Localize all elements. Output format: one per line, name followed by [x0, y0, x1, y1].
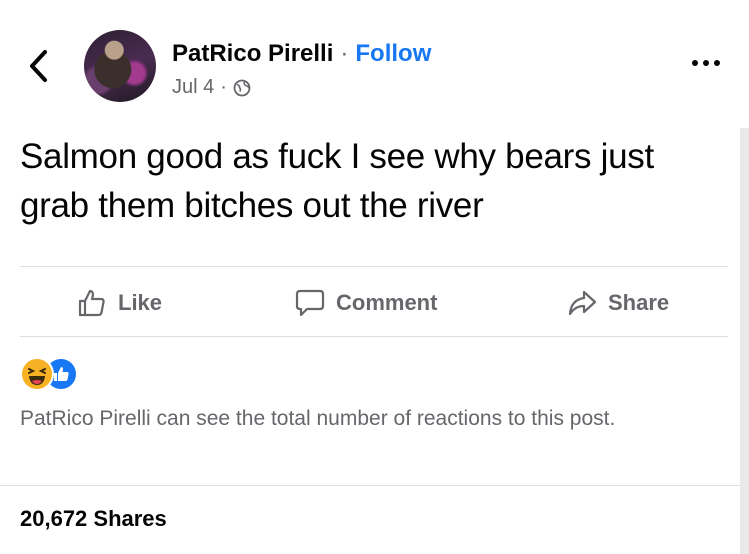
reactions-privacy-notice: PatRico Pirelli can see the total number… — [20, 407, 616, 430]
haha-reaction-icon — [20, 357, 54, 391]
reactions-summary[interactable] — [20, 357, 80, 391]
globe-icon — [233, 79, 251, 96]
post-date[interactable]: Jul 4 — [172, 76, 214, 99]
share-button[interactable]: Share — [566, 284, 669, 322]
back-button[interactable] — [26, 48, 52, 84]
shares-count[interactable]: 20,672 Shares — [20, 506, 167, 532]
scrollbar[interactable] — [740, 128, 749, 554]
comment-icon — [295, 289, 325, 317]
post-header: PatRico Pirelli · Follow — [172, 40, 431, 68]
thumbs-up-icon — [78, 289, 105, 317]
more-horizontal-icon — [692, 60, 698, 66]
chevron-left-icon — [30, 50, 47, 82]
share-arrow-icon — [568, 290, 597, 316]
divider — [20, 266, 728, 267]
like-button[interactable]: Like — [76, 284, 162, 322]
name-separator: · — [340, 40, 349, 67]
author-name[interactable]: PatRico Pirelli — [172, 40, 333, 67]
post-meta: Jul 4 · — [172, 76, 251, 99]
avatar[interactable] — [84, 30, 156, 102]
comment-label: Comment — [336, 290, 438, 315]
comment-button[interactable]: Comment — [294, 284, 437, 322]
date-separator: · — [220, 76, 227, 98]
follow-button[interactable]: Follow — [355, 40, 431, 67]
post-text: Salmon good as fuck I see why bears just… — [20, 137, 654, 225]
divider — [20, 336, 728, 337]
divider — [0, 485, 740, 486]
share-label: Share — [608, 290, 670, 315]
like-label: Like — [118, 290, 163, 315]
more-options-button[interactable] — [692, 56, 722, 70]
